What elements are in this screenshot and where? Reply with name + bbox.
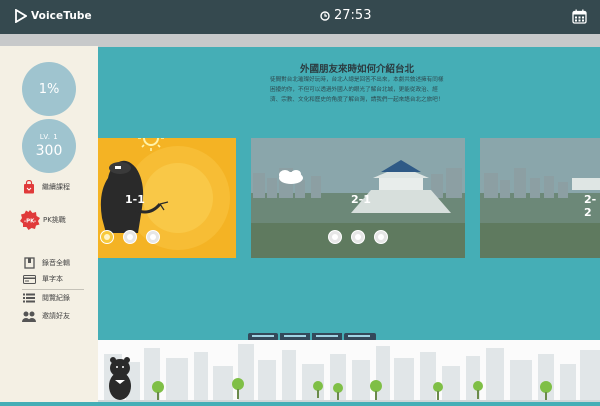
sidebar-item-history[interactable]: 閱覽紀錄 [22,291,70,305]
voicetube-logo-icon [15,9,27,23]
lesson-stars [100,230,160,244]
friends-icon [22,309,36,323]
bag-icon [22,180,36,194]
cloud-icon [279,170,303,184]
star-empty-icon [351,230,365,244]
card-icon [22,272,36,286]
clock-icon [320,10,330,21]
sidebar-item-label: 繼續課程 [42,183,70,191]
sidebar-item-vocabulary[interactable]: 單字本 [22,272,63,286]
pk-badge-icon: -PK- [20,210,40,230]
star-empty-icon [374,230,388,244]
star-empty-icon [146,230,160,244]
voicetube-logo[interactable]: VoiceTube [15,9,92,23]
list-icon [22,291,36,305]
star-empty-icon [123,230,137,244]
sidebar-item-label: 閱覽紀錄 [42,294,70,302]
level-circle: LV. 1 300 [22,119,76,173]
skyline-illustration [98,340,600,402]
timer-text: 27:53 [334,8,372,23]
sidebar: 1% LV. 1 300 繼續課程 -PK- PK挑戰 錄音全輯 單字本 閱覽紀… [0,46,98,402]
top-bar: VoiceTube 27:53 [0,0,600,34]
sidebar-item-continue-course[interactable]: 繼續課程 [22,180,70,194]
progress-percent: 1% [38,81,60,97]
lesson-label: 2-2 [584,193,597,219]
lesson-label: 1-1 [125,193,145,206]
star-empty-icon [328,230,342,244]
bear-mascot [109,357,131,400]
lesson-label: 2-1 [351,193,371,206]
sidebar-item-invite-friends[interactable]: 邀請好友 [22,309,70,323]
sidebar-item-label: 單字本 [42,275,63,283]
course-description: 徒間對台北璀璨好玩時，台北人總是回答不出來，本劇共敘述擁有同樣困擾的你，不但可以… [270,77,444,103]
star-filled-icon [100,230,114,244]
session-timer: 27:53 [320,8,371,23]
points-value: 300 [35,143,63,159]
calendar-icon[interactable] [572,9,587,24]
book-icon [22,256,36,270]
progress-circle: 1% [22,62,76,116]
course-title: 外國朋友來時如何介紹台北 [299,64,414,75]
sidebar-divider [22,289,84,290]
sidebar-item-pk-challenge[interactable]: -PK- PK挑戰 [20,210,66,230]
sidebar-item-label: 邀請好友 [42,312,70,320]
taipei-city-photo [480,138,600,258]
sidebar-item-recordings[interactable]: 錄音全輯 [22,256,70,270]
sun-icon [138,138,164,151]
sidebar-item-label: 錄音全輯 [42,259,70,267]
sidebar-item-label: PK挑戰 [43,216,66,224]
lesson-card-2-2[interactable]: 2-2 [480,138,600,258]
level-label: LV. 1 [39,133,59,141]
lesson-stars [328,230,388,244]
city-skyline [98,340,600,402]
lesson-card-1-1[interactable]: 1-1 [98,138,236,258]
pk-badge-text: -PK- [24,218,36,224]
logo-text: VoiceTube [31,10,92,22]
lesson-card-2-1[interactable]: 2-1 [251,138,465,258]
